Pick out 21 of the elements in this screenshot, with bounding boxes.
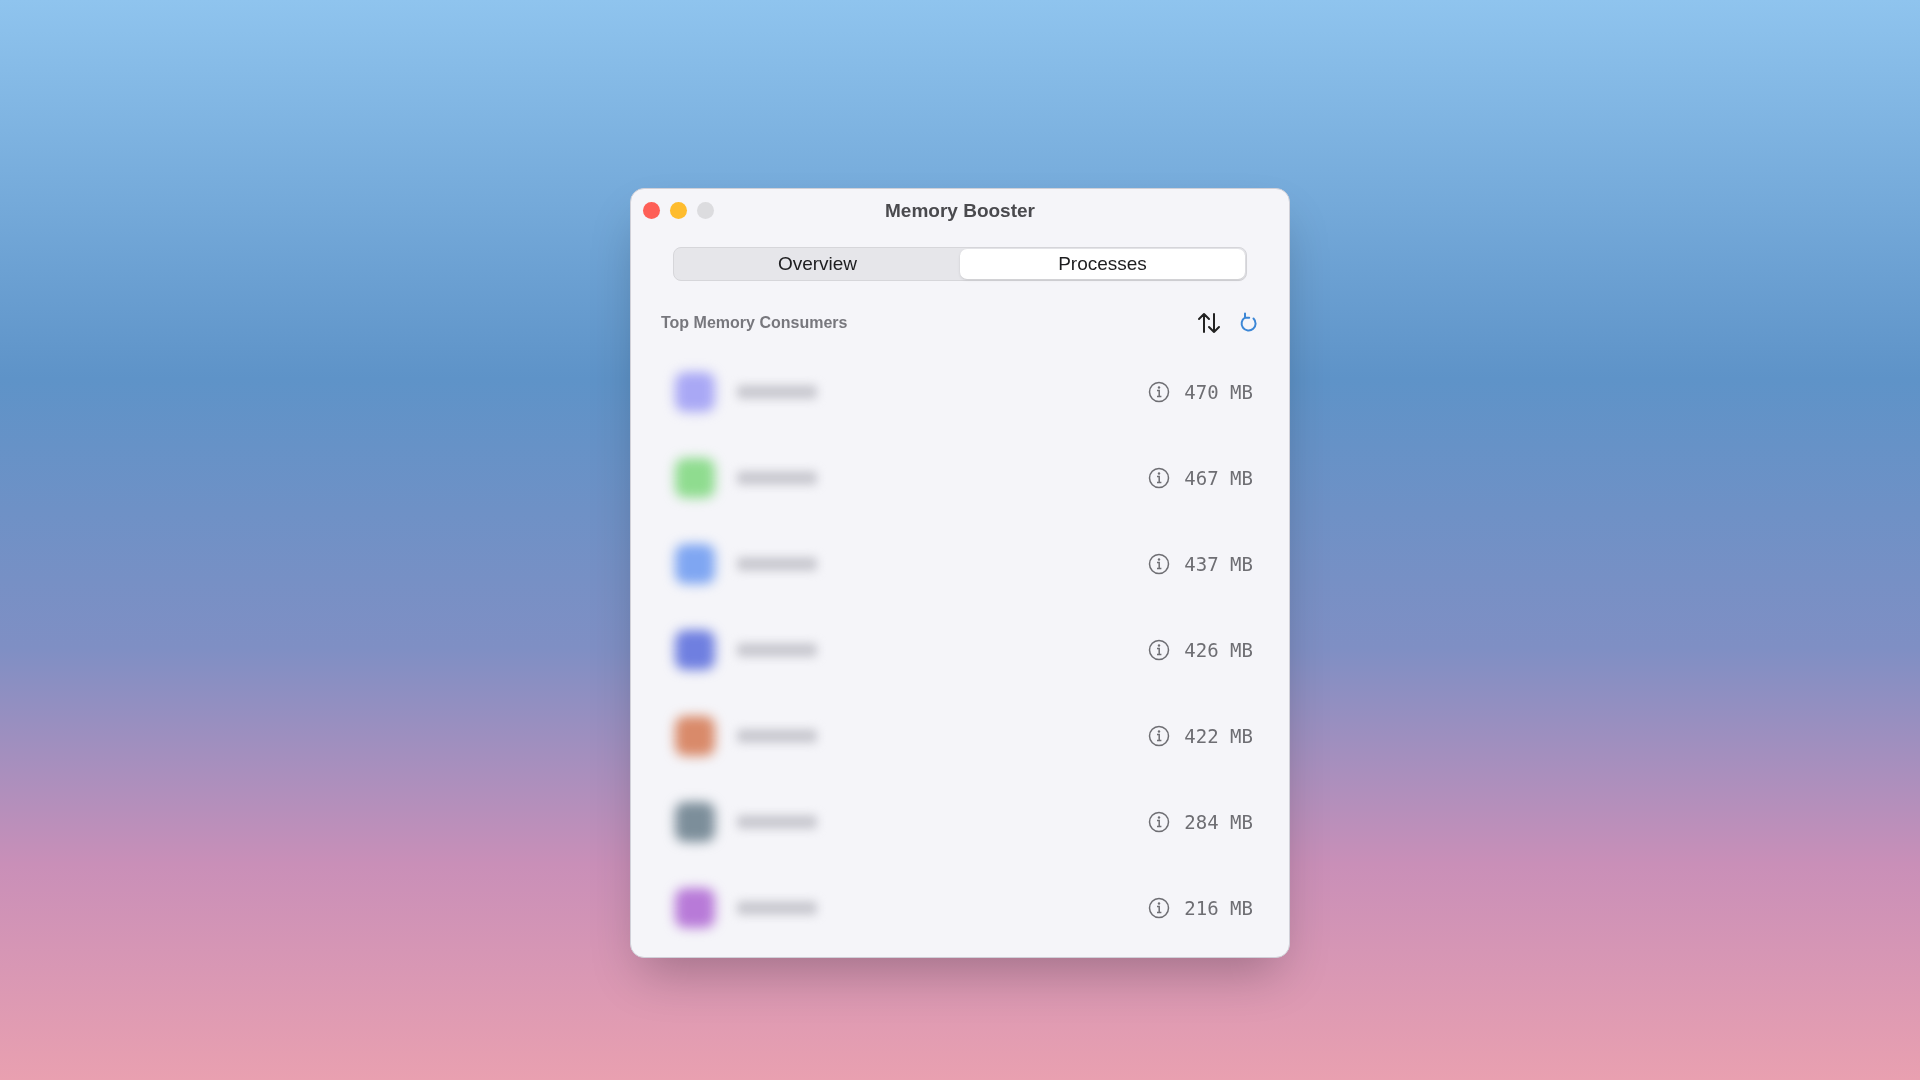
tab[interactable]: Overview (675, 249, 960, 279)
memory-usage: 422 MB (1184, 723, 1253, 749)
info-icon[interactable] (1148, 725, 1171, 747)
memory-usage: 467 MB (1184, 465, 1253, 491)
info-icon[interactable] (1148, 897, 1171, 919)
close-button[interactable] (643, 202, 660, 219)
refresh-icon[interactable] (1239, 312, 1259, 334)
info-icon[interactable] (1148, 381, 1171, 403)
tab[interactable]: Processes (960, 249, 1245, 279)
memory-usage: 216 MB (1184, 895, 1253, 921)
memory-usage: 470 MB (1184, 379, 1253, 405)
info-icon[interactable] (1148, 467, 1171, 489)
info-icon[interactable] (1148, 811, 1171, 833)
memory-usage: 437 MB (1184, 551, 1253, 577)
info-icon[interactable] (1148, 639, 1171, 661)
window-title: Memory Booster (885, 198, 1035, 223)
memory-usage: 426 MB (1184, 637, 1253, 663)
section-title: Top Memory Consumers (661, 313, 848, 333)
sort-icon[interactable] (1197, 312, 1221, 334)
memory-usage: 284 MB (1184, 809, 1253, 835)
info-icon[interactable] (1148, 553, 1171, 575)
